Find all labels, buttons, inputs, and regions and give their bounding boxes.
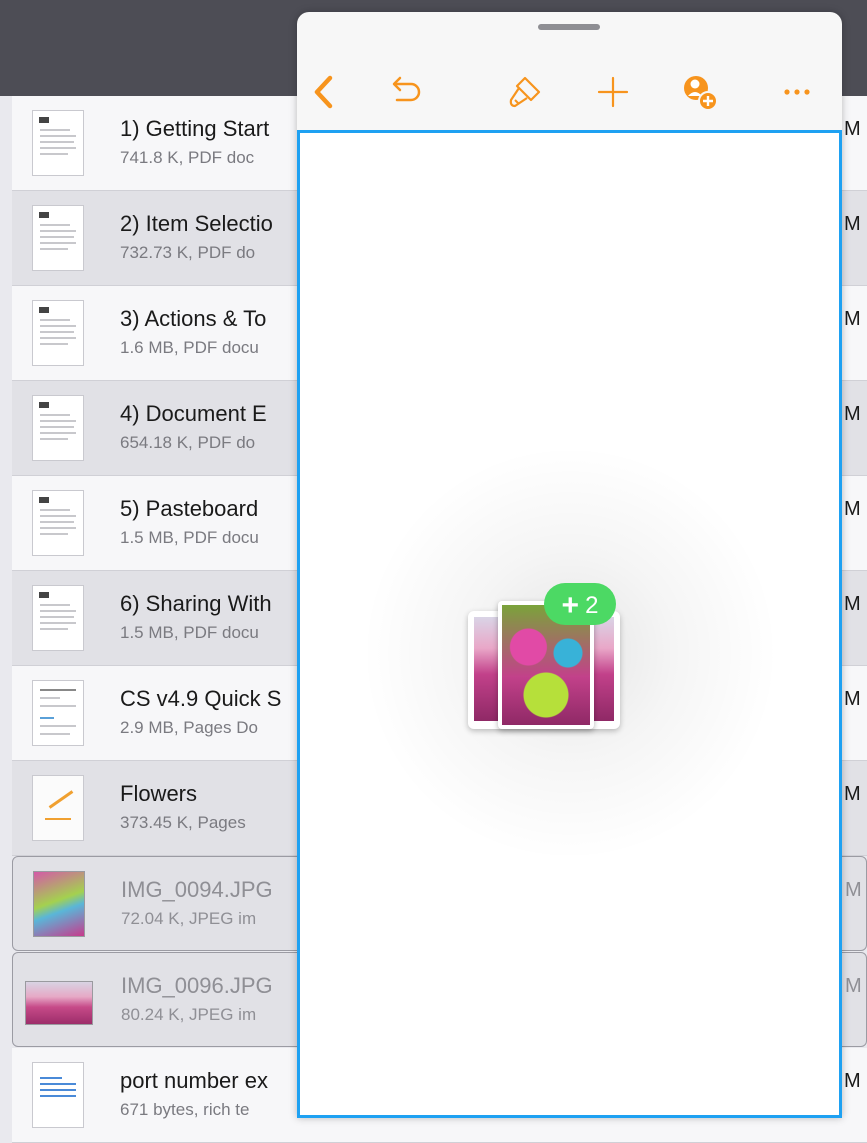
file-date-fragment: M xyxy=(844,308,861,330)
file-date-fragment: M xyxy=(844,783,861,805)
file-name: 3) Actions & To xyxy=(120,306,267,331)
file-name: 4) Document E xyxy=(120,401,267,426)
drop-target-area[interactable]: +2 xyxy=(297,130,842,1118)
add-collaborator-icon[interactable] xyxy=(677,70,721,114)
file-details: 671 bytes, rich te xyxy=(120,1100,250,1119)
image-thumbnail xyxy=(33,871,85,937)
file-details: 654.18 K, PDF do xyxy=(120,433,256,452)
file-details: 732.73 K, PDF do xyxy=(120,243,256,262)
pdf-thumbnail xyxy=(32,490,84,556)
undo-icon[interactable] xyxy=(383,70,427,114)
pdf-thumbnail xyxy=(32,205,84,271)
file-name: Flowers xyxy=(120,781,198,806)
file-details: 1.5 MB, PDF docu xyxy=(120,528,259,547)
add-icon[interactable] xyxy=(591,70,635,114)
file-date-fragment: M xyxy=(844,118,861,140)
more-icon[interactable] xyxy=(775,70,819,114)
file-name: 6) Sharing With xyxy=(120,591,272,616)
file-date-fragment: M xyxy=(844,403,861,425)
file-date-fragment: M xyxy=(844,1070,861,1092)
rtf-document-icon xyxy=(32,1062,84,1128)
plus-icon: + xyxy=(561,589,580,622)
file-date-fragment: M xyxy=(845,975,862,997)
pdf-thumbnail xyxy=(32,585,84,651)
file-date-fragment: M xyxy=(844,593,861,615)
file-details: 72.04 K, JPEG im xyxy=(121,909,257,928)
file-date-fragment: M xyxy=(844,688,861,710)
file-date-fragment: M xyxy=(844,213,861,235)
file-details: 1.6 MB, PDF docu xyxy=(120,338,259,357)
file-name: CS v4.9 Quick S xyxy=(120,686,282,711)
file-details: 741.8 K, PDF doc xyxy=(120,148,255,167)
file-details: 1.5 MB, PDF docu xyxy=(120,623,259,642)
image-thumbnail xyxy=(25,981,93,1025)
slide-over-grabber[interactable] xyxy=(538,24,600,30)
file-date-fragment: M xyxy=(845,879,862,901)
file-name: port number ex xyxy=(120,1068,268,1093)
pdf-thumbnail xyxy=(32,300,84,366)
file-details: 80.24 K, JPEG im xyxy=(121,1005,257,1024)
file-name: 2) Item Selectio xyxy=(120,211,273,236)
file-details: 373.45 K, Pages xyxy=(120,813,246,832)
pages-thumbnail xyxy=(32,680,84,746)
drag-count-badge: +2 xyxy=(544,583,616,625)
file-date-fragment: M xyxy=(844,498,861,520)
file-name: 5) Pasteboard xyxy=(120,496,259,521)
pdf-thumbnail xyxy=(32,110,84,176)
back-icon[interactable] xyxy=(303,70,347,114)
drag-count: 2 xyxy=(585,592,599,619)
file-name: IMG_0096.JPG xyxy=(121,973,273,998)
pdf-thumbnail xyxy=(32,395,84,461)
document-toolbar xyxy=(297,52,842,132)
file-details: 2.9 MB, Pages Do xyxy=(120,718,258,737)
slide-over-panel: +2 xyxy=(297,12,842,1118)
pages-document-icon xyxy=(32,775,84,841)
file-name: IMG_0094.JPG xyxy=(121,877,273,902)
file-name: 1) Getting Start xyxy=(120,116,270,141)
paintbrush-icon[interactable] xyxy=(503,70,547,114)
